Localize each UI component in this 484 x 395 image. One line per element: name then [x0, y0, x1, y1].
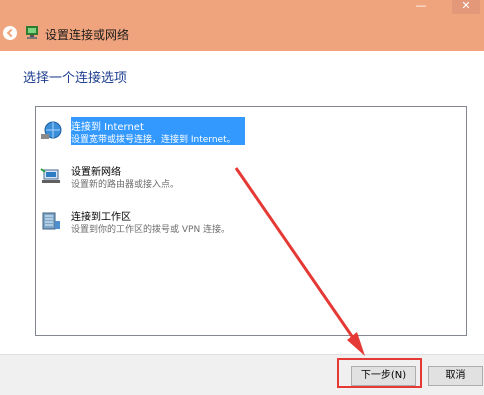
option-title: 连接到工作区: [71, 212, 131, 223]
window-title: 设置连接或网络: [45, 28, 130, 42]
option-connect-internet[interactable]: 连接到 Internet 设置宽带或拨号连接，连接到 Internet。: [38, 117, 253, 145]
cancel-button[interactable]: 取消: [428, 366, 483, 386]
option-description: 设置宽带或拨号连接，连接到 Internet。: [71, 135, 236, 145]
connection-options-list: 连接到 Internet 设置宽带或拨号连接，连接到 Internet。 设置新…: [35, 106, 467, 336]
close-button[interactable]: ✕: [452, 0, 480, 14]
workplace-icon: [42, 212, 60, 230]
option-description: 设置新的路由器或接入点。: [71, 180, 180, 190]
option-description: 设置到你的工作区的拨号或 VPN 连接。: [71, 225, 231, 235]
globe-icon: [41, 121, 62, 139]
option-connect-workplace[interactable]: 连接到工作区 设置到你的工作区的拨号或 VPN 连接。: [38, 207, 253, 235]
page-heading: 选择一个连接选项: [23, 71, 128, 86]
option-title: 连接到 Internet: [71, 122, 144, 133]
minimize-button[interactable]: —: [411, 0, 431, 14]
router-icon: [40, 168, 60, 183]
network-wizard-icon: [26, 26, 38, 39]
option-title: 设置新网络: [71, 167, 121, 178]
back-arrow-icon[interactable]: [3, 26, 17, 40]
annotation-highlight-box: [337, 358, 422, 388]
option-setup-new-network[interactable]: 设置新网络 设置新的路由器或接入点。: [38, 162, 253, 190]
